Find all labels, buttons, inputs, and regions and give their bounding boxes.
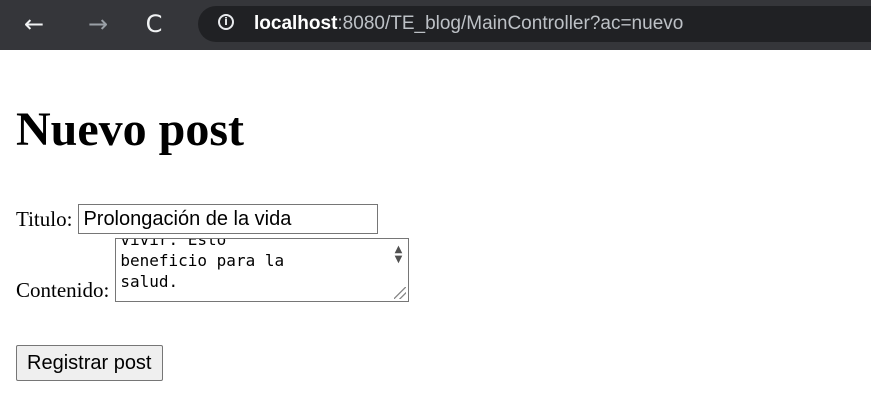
content-line: salud. — [120, 272, 179, 291]
url-text[interactable]: localhost:8080/TE_blog/MainController?ac… — [254, 12, 683, 36]
content-label: Contenido: — [16, 278, 110, 302]
url-path: :8080/TE_blog/MainController?ac=nuevo — [337, 13, 684, 34]
address-bar[interactable]: i localhost:8080/TE_blog/MainController?… — [198, 6, 871, 42]
title-label: Titulo: — [16, 206, 73, 231]
url-host: localhost — [254, 13, 338, 34]
content-line: beneficio para la — [120, 251, 285, 270]
reload-icon[interactable]: C — [140, 10, 168, 38]
content-textarea[interactable]: vivir. Esto beneficio para la salud. ▲ ▼ — [115, 238, 410, 302]
site-info-icon[interactable]: i — [218, 14, 234, 30]
content-row: Contenido: vivir. Esto beneficio para la s… — [16, 238, 410, 302]
resize-handle-icon[interactable] — [394, 287, 407, 299]
scroll-arrows-icon[interactable]: ▲ ▼ — [395, 245, 403, 265]
title-row: Titulo: — [16, 202, 379, 236]
submit-post-button[interactable]: Registrar post — [16, 345, 163, 381]
back-arrow-icon[interactable]: ← — [20, 10, 48, 38]
browser-toolbar: ← → C i localhost:8080/TE_blog/MainContr… — [0, 0, 871, 50]
content-text: vivir. Esto beneficio para la salud. — [120, 238, 380, 292]
title-input[interactable] — [78, 204, 379, 234]
forward-arrow-icon[interactable]: → — [84, 10, 112, 38]
page-content: Nuevo post Titulo: Contenido: vivir. Est… — [0, 50, 871, 405]
content-line: vivir. Esto — [120, 238, 227, 249]
page-title: Nuevo post — [16, 103, 245, 156]
